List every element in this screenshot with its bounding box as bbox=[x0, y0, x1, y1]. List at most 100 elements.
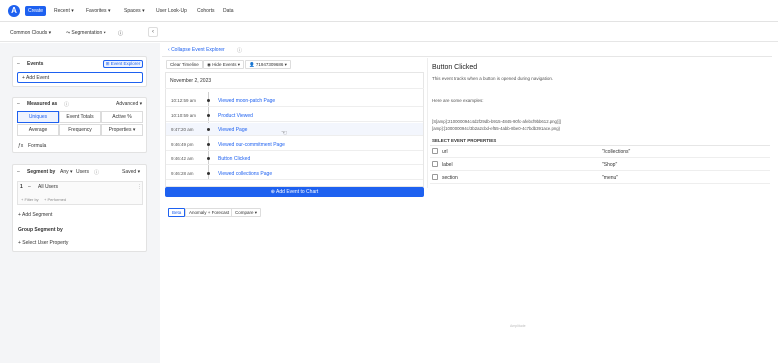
property-checkbox[interactable] bbox=[432, 161, 438, 167]
hide-events-button[interactable]: ◉ Hide Events ▾ bbox=[203, 60, 244, 69]
segment-more-icon[interactable]: ⋮ bbox=[137, 184, 142, 190]
timeline-row-event[interactable]: Button Clicked bbox=[218, 156, 250, 162]
nav-spaces[interactable]: Spaces ▾ bbox=[124, 8, 145, 14]
timeline-dot-icon bbox=[207, 113, 210, 117]
example-line-2: [amp]:[100000094c/3b2a2cbd-ef55-4abb-8be… bbox=[432, 126, 561, 131]
user-id-button[interactable]: 👤 71947309686 ▾ bbox=[245, 60, 291, 69]
timeline-row-divider bbox=[166, 106, 423, 107]
timeline-row-time: 9:47:20 am bbox=[171, 127, 194, 132]
cursor-hand-icon: ☜ bbox=[281, 130, 288, 137]
property-row-divider bbox=[430, 183, 770, 184]
properties-tab[interactable]: Properties ▾ bbox=[101, 124, 143, 136]
hide-events-label: Hide Events ▾ bbox=[212, 62, 240, 67]
add-segment-link[interactable]: + Add Segment bbox=[18, 212, 52, 218]
nav-data[interactable]: Data bbox=[223, 8, 234, 14]
performed-link[interactable]: + Performed bbox=[44, 197, 66, 202]
timeline-dot-icon bbox=[207, 171, 210, 175]
collapse-explorer-link[interactable]: ‹ Collapse Event Explorer bbox=[168, 47, 225, 53]
user-id-label: 71947309686 ▾ bbox=[255, 62, 287, 67]
segment-info-icon[interactable]: ⓘ bbox=[94, 169, 99, 176]
timeline-row-divider bbox=[166, 178, 423, 180]
property-row-divider bbox=[430, 157, 770, 158]
uniques-tab[interactable]: Uniques bbox=[17, 111, 59, 123]
collapse-sidebar-button[interactable]: ‹ bbox=[148, 27, 158, 37]
add-event-input[interactable]: + Add Event bbox=[17, 72, 143, 83]
segment-by-card bbox=[12, 164, 147, 252]
timeline-row-time: 10:12:59 am bbox=[171, 98, 197, 103]
nav-cohorts[interactable]: Cohorts bbox=[197, 8, 215, 14]
event-explorer-button[interactable]: ⊞ Event Explorer bbox=[103, 60, 143, 68]
timeline-dot-icon bbox=[207, 157, 210, 160]
timeline-row-highlight bbox=[166, 123, 423, 135]
measured-collapse-icon[interactable]: – bbox=[17, 101, 20, 107]
timeline-row-event[interactable]: Viewed our-commitment Page bbox=[218, 142, 285, 148]
anomaly-forecast-button[interactable]: Anomaly + Forecast bbox=[185, 208, 234, 217]
beta-button[interactable]: Beta bbox=[168, 208, 186, 217]
watermark-tag: Amplitude bbox=[510, 324, 526, 328]
formula-link[interactable]: Formula bbox=[28, 143, 46, 149]
chart-type-selector[interactable]: ⤳ Segmentation ▾ bbox=[66, 30, 106, 36]
frequency-tab[interactable]: Frequency bbox=[59, 124, 101, 136]
timeline-date: November 2, 2023 bbox=[170, 78, 212, 84]
timeline-row-time: 9:46:42 am bbox=[171, 156, 194, 161]
average-tab[interactable]: Average bbox=[17, 124, 59, 136]
nav-recent[interactable]: Recent ▾ bbox=[54, 8, 74, 14]
clear-timeline-button[interactable]: Clear Timeline bbox=[166, 60, 203, 69]
user-icon: 👤 bbox=[249, 62, 256, 67]
all-users-label[interactable]: All Users bbox=[38, 184, 58, 190]
chart-subbar bbox=[0, 22, 778, 42]
segment-expand-icon[interactable]: – bbox=[28, 184, 31, 190]
property-checkbox[interactable] bbox=[432, 174, 438, 180]
compare-button[interactable]: Compare ▾ bbox=[231, 208, 262, 217]
property-checkbox[interactable] bbox=[432, 148, 438, 154]
events-collapse-icon[interactable]: – bbox=[17, 61, 20, 67]
events-title: Events bbox=[27, 61, 44, 67]
project-selector[interactable]: Common Clouds ▾ bbox=[10, 30, 51, 36]
timeline-row-event[interactable]: Product Viewed bbox=[218, 113, 253, 119]
top-nav bbox=[0, 0, 778, 22]
date-divider bbox=[165, 88, 424, 89]
formula-icon: ƒx bbox=[18, 143, 24, 149]
active-percent-tab[interactable]: Active % bbox=[101, 111, 143, 123]
advanced-dropdown[interactable]: Advanced ▾ bbox=[116, 101, 142, 107]
add-event-to-chart-label: Add Event to Chart bbox=[276, 189, 319, 195]
examples-label: Here are some examples: bbox=[432, 98, 484, 103]
property-name: section bbox=[442, 175, 458, 181]
timeline-dot-icon bbox=[207, 142, 210, 146]
segment-index: 1 bbox=[20, 184, 23, 190]
group-segment-title: Group Segment by bbox=[18, 227, 63, 233]
measured-as-title: Measured as bbox=[27, 101, 58, 107]
event-totals-tab[interactable]: Event Totals bbox=[59, 111, 101, 123]
segment-any-dropdown[interactable]: Any ▾ bbox=[60, 169, 73, 175]
timeline-row-time: 9:46:49 pm bbox=[171, 141, 194, 147]
timeline-row-event[interactable]: Viewed moon-patch Page bbox=[218, 98, 275, 104]
property-name: label bbox=[442, 162, 453, 168]
explorer-divider bbox=[162, 56, 772, 57]
filter-by-link[interactable]: + Filter by bbox=[21, 197, 39, 202]
timeline-row-time: 9:46:28 am bbox=[171, 170, 194, 176]
detail-divider bbox=[427, 58, 428, 188]
chart-type-label: Segmentation ▾ bbox=[71, 30, 106, 36]
nav-favorites[interactable]: Favorites ▾ bbox=[86, 8, 110, 14]
info-icon[interactable]: ⓘ bbox=[118, 30, 123, 37]
select-user-property-link[interactable]: + Select User Property bbox=[18, 240, 68, 246]
explorer-info-icon[interactable]: ⓘ bbox=[237, 47, 242, 54]
amplitude-logo-icon[interactable]: A bbox=[8, 5, 20, 17]
timeline-row-divider bbox=[166, 164, 423, 165]
segment-collapse-icon[interactable]: – bbox=[17, 169, 20, 175]
timeline-row-event[interactable]: Viewed collections Page bbox=[218, 171, 272, 177]
measured-info-icon[interactable]: ⓘ bbox=[64, 101, 69, 108]
props-header: SELECT EVENT PROPERTIES bbox=[432, 138, 497, 143]
event-explorer-label: Event Explorer bbox=[110, 61, 141, 66]
timeline-row-divider bbox=[166, 135, 423, 136]
segment-by-title: Segment by bbox=[27, 169, 56, 175]
detail-title: Button Clicked bbox=[432, 64, 478, 71]
collapse-explorer-label: Collapse Event Explorer bbox=[171, 47, 225, 53]
timeline-row-event[interactable]: Viewed Page bbox=[218, 127, 247, 133]
add-event-to-chart-button[interactable]: ⊕ Add Event to Chart bbox=[165, 187, 424, 197]
nav-user-lookup[interactable]: User Look-Up bbox=[156, 8, 187, 14]
create-button[interactable]: Create bbox=[25, 6, 46, 16]
property-value: "Shop" bbox=[602, 162, 618, 168]
saved-dropdown[interactable]: Saved ▾ bbox=[122, 169, 140, 175]
segment-users-label[interactable]: Users bbox=[76, 169, 89, 175]
